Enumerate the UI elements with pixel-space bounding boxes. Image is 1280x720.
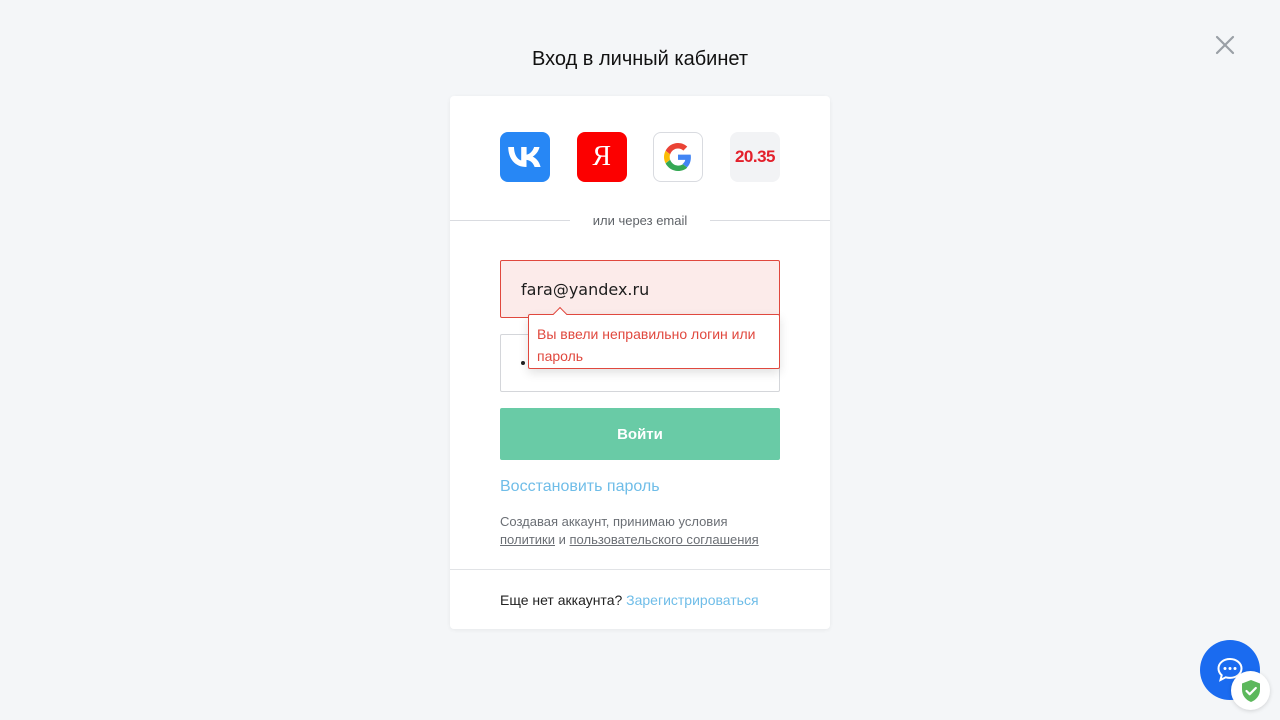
security-badge[interactable] (1231, 671, 1270, 710)
divider-line-left (450, 220, 570, 221)
login-button[interactable]: Войти (500, 408, 780, 460)
2035-login-button[interactable]: 20.35 (729, 132, 780, 182)
close-icon (1215, 35, 1235, 55)
terms-text: Создавая аккаунт, принимаю условия полит… (500, 513, 790, 549)
restore-password-link[interactable]: Восстановить пароль (500, 478, 660, 496)
social-login-row: Я 20.35 (500, 132, 780, 182)
vk-icon (508, 147, 541, 167)
user-agreement-link[interactable]: пользовательского соглашения (570, 532, 759, 547)
terms-and: и (558, 532, 566, 547)
policy-link[interactable]: политики (500, 532, 555, 547)
google-login-button[interactable] (653, 132, 704, 182)
vk-login-button[interactable] (500, 132, 550, 182)
register-link[interactable]: Зарегистрироваться (626, 592, 758, 608)
email-field[interactable] (500, 260, 780, 318)
terms-prefix: Создавая аккаунт, принимаю условия (500, 514, 728, 529)
2035-logo: 20.35 (734, 147, 776, 166)
divider-label: или через email (592, 213, 688, 228)
yandex-icon: Я (592, 141, 611, 172)
login-card: Я 20.35 или через email Вы ввели неправи… (450, 96, 830, 629)
yandex-login-button[interactable]: Я (576, 132, 627, 182)
bottom-divider (450, 569, 830, 570)
divider-line-right (710, 220, 830, 221)
register-row: Еще нет аккаунта? Зарегистрироваться (500, 592, 759, 608)
close-button[interactable] (1212, 32, 1238, 58)
page-title: Вход в личный кабинет (532, 48, 748, 70)
no-account-label: Еще нет аккаунта? (500, 592, 623, 608)
shield-check-icon (1241, 679, 1260, 702)
error-message: Вы ввели неправильно логин или пароль (537, 326, 756, 364)
google-icon (664, 143, 692, 171)
password-mask-dot (521, 361, 525, 365)
error-tooltip: Вы ввели неправильно логин или пароль (528, 306, 780, 369)
email-divider: или через email (450, 213, 830, 228)
